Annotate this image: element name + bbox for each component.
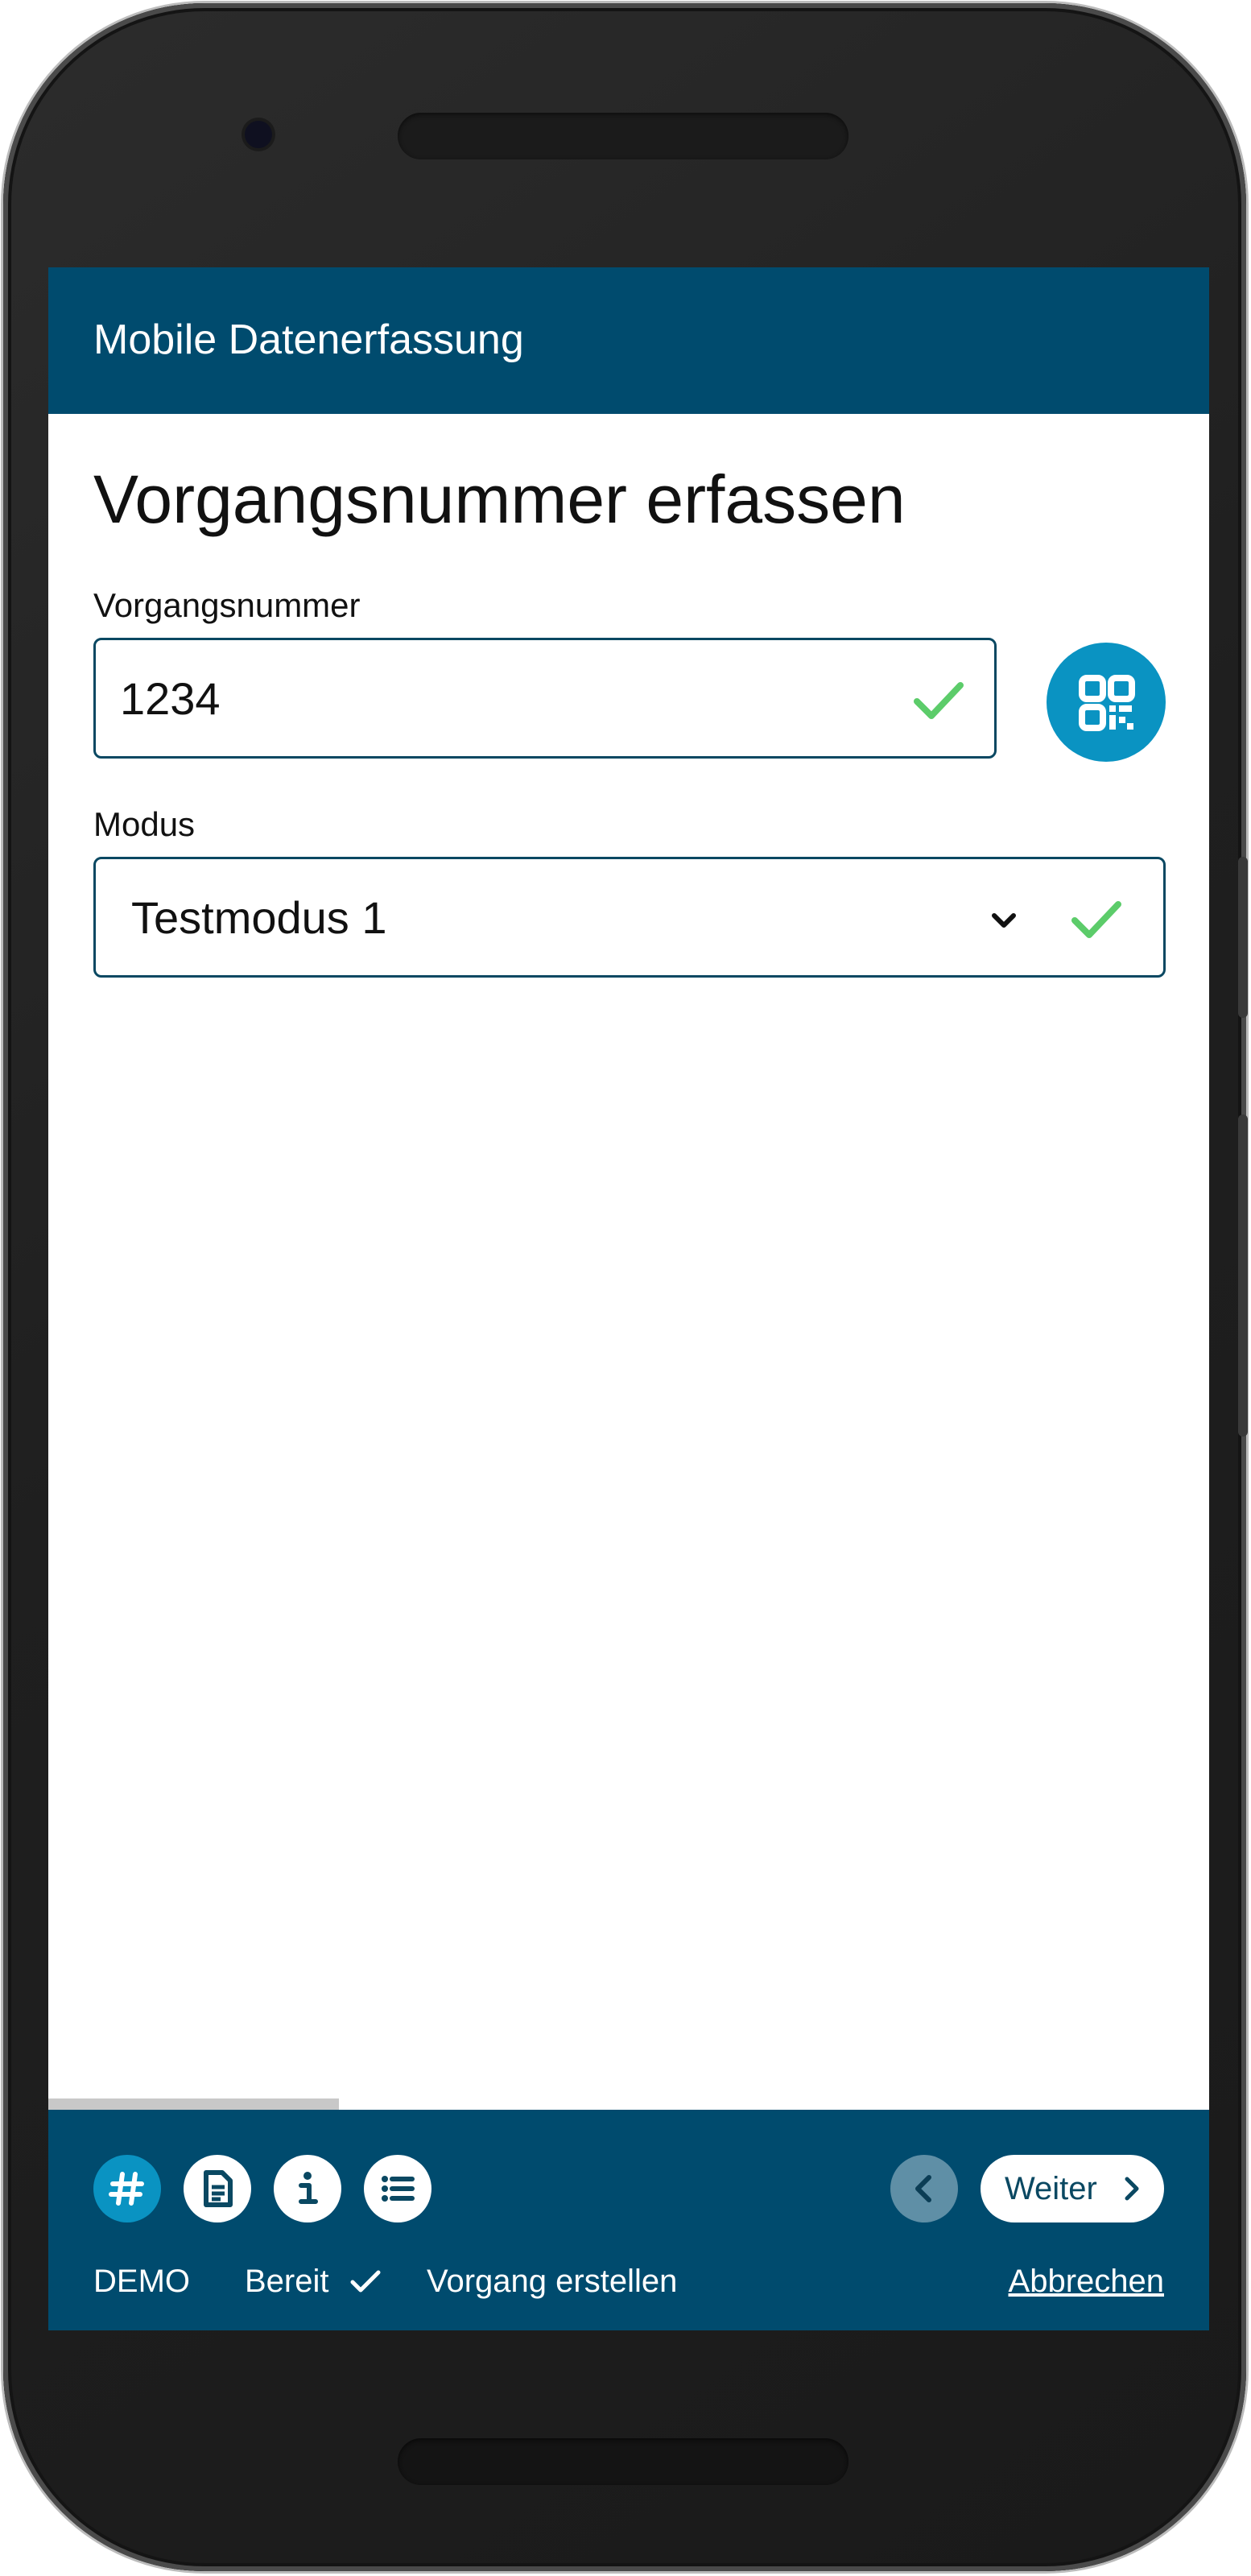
bottom-speaker [398, 2438, 848, 2485]
mode-select[interactable]: Testmodus 1 [93, 857, 1166, 978]
valid-check-icon [1071, 901, 1121, 938]
demo-badge: DEMO [93, 2264, 190, 2299]
qr-code-icon [1079, 675, 1135, 731]
info-icon [299, 2172, 318, 2204]
progress-indicator [48, 2098, 339, 2110]
step-text: Vorgang erstellen [427, 2264, 678, 2299]
chevron-left-icon [915, 2175, 931, 2202]
number-field-label: Vorgangsnummer [93, 586, 361, 624]
app-screen: Mobile Datenerfassung Vorgangsnummer erf… [48, 267, 1209, 2330]
phone-volume-button [1238, 1114, 1248, 1437]
mode-field-label: Modus [93, 805, 196, 843]
phone-frame: Mobile Datenerfassung Vorgangsnummer erf… [3, 3, 1248, 2571]
phone-side-button [1238, 857, 1248, 1018]
earpiece-speaker [398, 113, 848, 159]
valid-check-icon [914, 682, 964, 719]
hash-icon [109, 2172, 144, 2206]
app-bar: Mobile Datenerfassung [48, 267, 1209, 414]
next-button-label[interactable]: Weiter [1005, 2169, 1097, 2208]
next-button[interactable]: Weiter [981, 2155, 1164, 2222]
number-input-value[interactable]: 1234 [120, 671, 221, 727]
status-check-icon [350, 2270, 381, 2293]
number-input[interactable]: 1234 [93, 638, 997, 759]
chevron-right-icon [1125, 2177, 1139, 2201]
bottom-bar: Weiter DEMO Bereit Vorgang erstellen Abb… [48, 2110, 1209, 2330]
tab-list[interactable] [364, 2155, 431, 2222]
tab-info[interactable] [274, 2155, 341, 2222]
tab-number[interactable] [93, 2155, 161, 2222]
status-text: Bereit [245, 2264, 329, 2299]
chevron-down-icon[interactable] [988, 904, 1020, 937]
document-icon [204, 2170, 233, 2207]
list-icon [382, 2176, 415, 2202]
page-title: Vorgangsnummer erfassen [93, 461, 906, 537]
front-camera [245, 121, 272, 148]
tab-document[interactable] [184, 2155, 251, 2222]
back-button[interactable] [890, 2155, 958, 2222]
app-title: Mobile Datenerfassung [93, 316, 524, 363]
scan-qr-button[interactable] [1047, 643, 1166, 762]
mode-select-value[interactable]: Testmodus 1 [131, 890, 387, 946]
cancel-link[interactable]: Abbrechen [1009, 2261, 1164, 2301]
